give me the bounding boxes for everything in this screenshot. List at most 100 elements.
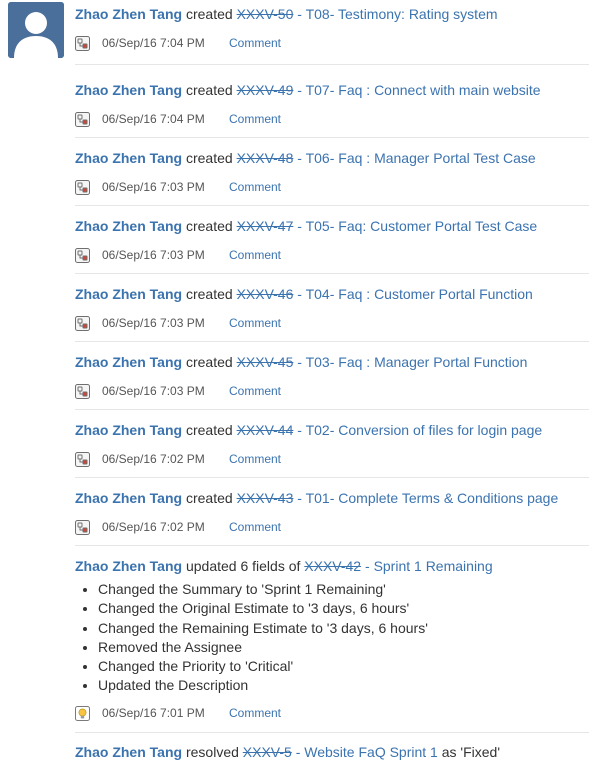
issue-title-link[interactable]: T02- Conversion of files for login page — [306, 422, 543, 438]
user-link[interactable]: Zhao Zhen Tang — [75, 354, 182, 370]
user-link[interactable]: Zhao Zhen Tang — [75, 150, 182, 166]
user-link[interactable]: Zhao Zhen Tang — [75, 490, 182, 506]
issue-title-link[interactable]: T05- Faq: Customer Portal Test Case — [306, 218, 538, 234]
comment-link[interactable]: Comment — [229, 179, 281, 195]
activity-verb: created — [185, 422, 233, 438]
user-link[interactable]: Zhao Zhen Tang — [75, 82, 182, 98]
activity-meta: 06/Sep/16 7:02 PM Comment — [75, 519, 281, 535]
separator: - — [293, 6, 306, 22]
user-link[interactable]: Zhao Zhen Tang — [75, 422, 182, 438]
activity-verb: updated 6 fields of — [185, 558, 301, 574]
issue-key-link[interactable]: XXXV-46 — [237, 286, 294, 302]
activity-item: Zhao Zhen Tang updated 6 fields of XXXV-… — [75, 557, 589, 733]
activity-item: Zhao Zhen Tang created XXXV-46 - T04- Fa… — [75, 285, 589, 342]
activity-item: Zhao Zhen Tang created XXXV-48 - T06- Fa… — [75, 149, 589, 206]
comment-link[interactable]: Comment — [229, 451, 281, 467]
timestamp: 06/Sep/16 7:03 PM — [102, 384, 205, 398]
activity-item: Zhao Zhen Tang created XXXV-44 - T02- Co… — [75, 421, 589, 478]
activity-item: Zhao Zhen Tang resolved XXXV-5 - Website… — [75, 743, 589, 773]
activity-verb: created — [185, 150, 233, 166]
user-link[interactable]: Zhao Zhen Tang — [75, 6, 182, 22]
timestamp: 06/Sep/16 7:03 PM — [102, 180, 205, 194]
user-link[interactable]: Zhao Zhen Tang — [75, 286, 182, 302]
activity-header: Zhao Zhen Tang updated 6 fields of XXXV-… — [75, 557, 589, 575]
issue-title-link[interactable]: T07- Faq : Connect with main website — [306, 82, 541, 98]
issue-key-link[interactable]: XXXV-42 — [304, 558, 361, 574]
activity-meta: 06/Sep/16 7:02 PM Comment — [75, 451, 281, 467]
separator: - — [293, 490, 306, 506]
timestamp: 06/Sep/16 7:03 PM — [102, 248, 205, 262]
separator: - — [293, 82, 306, 98]
separator: - — [293, 286, 306, 302]
subtask-icon — [75, 247, 90, 263]
activity-meta: 06/Sep/16 7:04 PM Comment — [75, 35, 281, 51]
activity-header: Zhao Zhen Tang created XXXV-44 - T02- Co… — [75, 421, 589, 439]
separator: - — [291, 744, 305, 760]
activity-header: Zhao Zhen Tang created XXXV-50 - T08- Te… — [75, 5, 589, 23]
issue-key-link[interactable]: XXXV-50 — [237, 6, 294, 22]
issue-key-link[interactable]: XXXV-5 — [243, 744, 292, 760]
timestamp: 06/Sep/16 7:04 PM — [102, 36, 205, 50]
issue-title-link[interactable]: T06- Faq : Manager Portal Test Case — [306, 150, 536, 166]
separator: - — [293, 218, 306, 234]
issue-title-link[interactable]: Website FaQ Sprint 1 — [304, 744, 438, 760]
activity-meta: 06/Sep/16 7:03 PM Comment — [75, 247, 281, 263]
subtask-icon — [75, 519, 90, 535]
change-list-item: Changed the Summary to 'Sprint 1 Remaini… — [98, 580, 428, 599]
comment-link[interactable]: Comment — [229, 705, 281, 721]
activity-item: Zhao Zhen Tang created XXXV-43 - T01- Co… — [75, 489, 589, 546]
activity-item: Zhao Zhen Tang created XXXV-47 - T05- Fa… — [75, 217, 589, 274]
timestamp: 06/Sep/16 7:02 PM — [102, 520, 205, 534]
activity-verb: resolved — [185, 744, 239, 760]
issue-title-link[interactable]: T01- Complete Terms & Conditions page — [306, 490, 559, 506]
timestamp: 06/Sep/16 7:02 PM — [102, 452, 205, 466]
issue-title-link[interactable]: T03- Faq : Manager Portal Function — [306, 354, 528, 370]
issue-key-link[interactable]: XXXV-49 — [237, 82, 294, 98]
activity-meta: 06/Sep/16 7:03 PM Comment — [75, 179, 281, 195]
subtask-icon — [75, 383, 90, 399]
user-avatar[interactable] — [8, 2, 64, 58]
activity-meta: 06/Sep/16 7:03 PM Comment — [75, 315, 281, 331]
activity-item: Zhao Zhen Tang created XXXV-49 - T07- Fa… — [75, 81, 589, 138]
separator: - — [293, 354, 306, 370]
issue-key-link[interactable]: XXXV-43 — [237, 490, 294, 506]
issue-key-link[interactable]: XXXV-44 — [237, 422, 294, 438]
activity-header: Zhao Zhen Tang created XXXV-45 - T03- Fa… — [75, 353, 589, 371]
change-list-item: Changed the Priority to 'Critical' — [98, 657, 428, 676]
change-list-item: Changed the Remaining Estimate to '3 day… — [98, 619, 428, 638]
activity-meta: 06/Sep/16 7:04 PM Comment — [75, 111, 281, 127]
issue-key-link[interactable]: XXXV-47 — [237, 218, 294, 234]
timestamp: 06/Sep/16 7:03 PM — [102, 316, 205, 330]
issue-key-link[interactable]: XXXV-48 — [237, 150, 294, 166]
comment-link[interactable]: Comment — [229, 35, 281, 51]
activity-header: Zhao Zhen Tang created XXXV-48 - T06- Fa… — [75, 149, 589, 167]
activity-header: Zhao Zhen Tang resolved XXXV-5 - Website… — [75, 743, 589, 761]
issue-title-link[interactable]: T08- Testimony: Rating system — [306, 6, 498, 22]
comment-link[interactable]: Comment — [229, 111, 281, 127]
activity-meta: 06/Sep/16 7:03 PM Comment — [75, 383, 281, 399]
comment-link[interactable]: Comment — [229, 519, 281, 535]
user-link[interactable]: Zhao Zhen Tang — [75, 744, 182, 760]
change-list-item: Changed the Original Estimate to '3 days… — [98, 599, 428, 618]
issue-title-link[interactable]: Sprint 1 Remaining — [374, 558, 493, 574]
comment-link[interactable]: Comment — [229, 383, 281, 399]
change-list-item: Updated the Description — [98, 676, 428, 695]
comment-link[interactable]: Comment — [229, 315, 281, 331]
activity-meta: 06/Sep/16 7:01 PM Comment — [75, 705, 281, 721]
activity-verb: created — [185, 490, 233, 506]
subtask-icon — [75, 315, 90, 331]
issue-key-link[interactable]: XXXV-45 — [237, 354, 294, 370]
comment-link[interactable]: Comment — [229, 247, 281, 263]
timestamp: 06/Sep/16 7:01 PM — [102, 706, 205, 720]
issue-title-link[interactable]: T04- Faq : Customer Portal Function — [306, 286, 533, 302]
user-silhouette-icon — [8, 2, 64, 58]
activity-verb: created — [185, 286, 233, 302]
user-link[interactable]: Zhao Zhen Tang — [75, 218, 182, 234]
change-list-item: Removed the Assignee — [98, 638, 428, 657]
user-link[interactable]: Zhao Zhen Tang — [75, 558, 182, 574]
subtask-icon — [75, 179, 90, 195]
activity-item: Zhao Zhen Tang created XXXV-50 - T08- Te… — [75, 5, 589, 65]
activity-header: Zhao Zhen Tang created XXXV-43 - T01- Co… — [75, 489, 589, 507]
subtask-icon — [75, 35, 90, 51]
change-list: Changed the Summary to 'Sprint 1 Remaini… — [75, 580, 428, 696]
